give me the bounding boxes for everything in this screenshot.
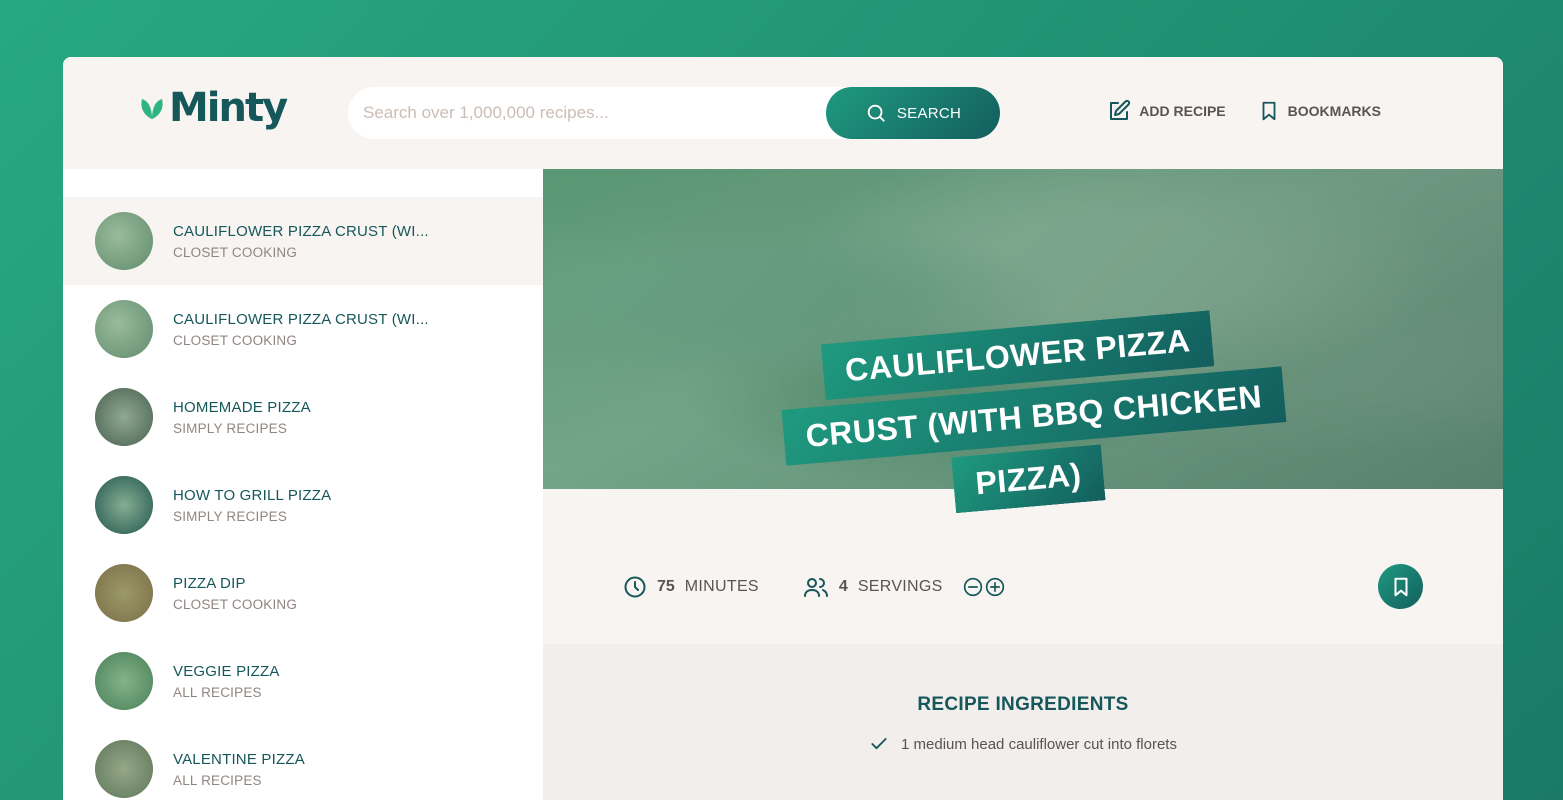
nav: ADD RECIPE BOOKMARKS [1107, 99, 1381, 123]
result-publisher: ALL RECIPES [173, 772, 262, 788]
ingredient-item: 1 medium head cauliflower cut into flore… [869, 734, 1177, 754]
users-icon [803, 577, 828, 597]
bookmark-icon [1393, 577, 1408, 596]
result-title: VALENTINE PIZZA [173, 750, 305, 768]
ingredients-heading: RECIPE INGREDIENTS [917, 694, 1129, 715]
app-container: Minty SEARCH ADD RECIPE B [63, 57, 1503, 800]
bookmarks-button[interactable]: BOOKMARKS [1258, 99, 1381, 123]
result-publisher: CLOSET COOKING [173, 332, 298, 348]
check-icon [871, 738, 887, 750]
search-button-label: SEARCH [896, 104, 962, 122]
list-item[interactable]: CAULIFLOWER PIZZA CRUST (WI... CLOSET CO… [63, 197, 543, 285]
recipe-ingredients: RECIPE INGREDIENTS 1 medium head caulifl… [543, 644, 1503, 800]
result-publisher: SIMPLY RECIPES [173, 420, 288, 436]
servings-stepper [963, 577, 1005, 597]
bookmarks-label: BOOKMARKS [1287, 103, 1381, 119]
servings-unit: SERVINGS [857, 577, 943, 595]
list-item[interactable]: HOW TO GRILL PIZZA SIMPLY RECIPES [63, 461, 543, 549]
logo-text: Minty [169, 85, 288, 131]
clock-icon [624, 576, 646, 597]
recipe-thumbnail [95, 476, 153, 534]
recipe-title-text: CAULIFLOWER PIZZA CRUST (WITH BBQ CHICKE… [781, 310, 1287, 514]
result-publisher: CLOSET COOKING [173, 596, 298, 612]
search-results: CAULIFLOWER PIZZA CRUST (WI... CLOSET CO… [63, 169, 543, 800]
ingredient-text: 1 medium head cauliflower cut into flore… [901, 735, 1177, 753]
cooking-time-value: 75 [657, 577, 675, 595]
result-title: PIZZA DIP [173, 574, 246, 592]
recipe-view: CAULIFLOWER PIZZA CRUST (WITH BBQ CHICKE… [543, 169, 1503, 800]
recipe-thumbnail [95, 652, 153, 710]
search-icon [867, 104, 885, 122]
result-publisher: CLOSET COOKING [173, 244, 298, 260]
logo[interactable]: Minty [137, 85, 288, 131]
result-title: HOMEMADE PIZZA [173, 398, 311, 416]
search-input[interactable] [348, 103, 826, 123]
result-publisher: ALL RECIPES [173, 684, 262, 700]
edit-icon [1110, 99, 1131, 120]
recipe-thumbnail [95, 300, 153, 358]
leaf-icon [141, 99, 163, 119]
recipe-thumbnail [95, 212, 153, 270]
recipe-image: CAULIFLOWER PIZZA CRUST (WITH BBQ CHICKE… [543, 169, 1503, 514]
list-item[interactable]: CAULIFLOWER PIZZA CRUST (WI... CLOSET CO… [63, 285, 543, 373]
result-title: VEGGIE PIZZA [173, 662, 280, 680]
search-form: SEARCH [348, 87, 1000, 139]
add-recipe-label: ADD RECIPE [1139, 103, 1226, 119]
result-title: CAULIFLOWER PIZZA CRUST (WI... [173, 222, 429, 240]
recipe-thumbnail [95, 564, 153, 622]
minus-circle-icon[interactable] [963, 577, 983, 597]
cooking-time-unit: MINUTES [684, 577, 759, 595]
recipe-thumbnail [95, 388, 153, 446]
header: Minty SEARCH ADD RECIPE B [63, 57, 1503, 169]
bookmark-recipe-button[interactable] [1378, 564, 1423, 609]
list-item[interactable]: VALENTINE PIZZA ALL RECIPES [63, 725, 543, 800]
servings: 4 SERVINGS [803, 575, 1005, 599]
recipe-details: 75 MINUTES 4 SERVINGS [543, 489, 1503, 644]
result-title: CAULIFLOWER PIZZA CRUST (WI... [173, 310, 429, 328]
result-title: HOW TO GRILL PIZZA [173, 486, 332, 504]
result-publisher: SIMPLY RECIPES [173, 508, 288, 524]
plus-circle-icon[interactable] [985, 577, 1005, 597]
search-button[interactable]: SEARCH [826, 87, 1000, 139]
add-recipe-button[interactable]: ADD RECIPE [1107, 99, 1226, 123]
bookmark-icon [1262, 101, 1276, 121]
list-item[interactable]: HOMEMADE PIZZA SIMPLY RECIPES [63, 373, 543, 461]
list-item[interactable]: VEGGIE PIZZA ALL RECIPES [63, 637, 543, 725]
recipe-thumbnail [95, 740, 153, 798]
servings-value: 4 [838, 577, 848, 595]
cooking-time: 75 MINUTES [623, 575, 759, 599]
list-item[interactable]: PIZZA DIP CLOSET COOKING [63, 549, 543, 637]
ingredients-list: 1 medium head cauliflower cut into flore… [543, 734, 1503, 754]
